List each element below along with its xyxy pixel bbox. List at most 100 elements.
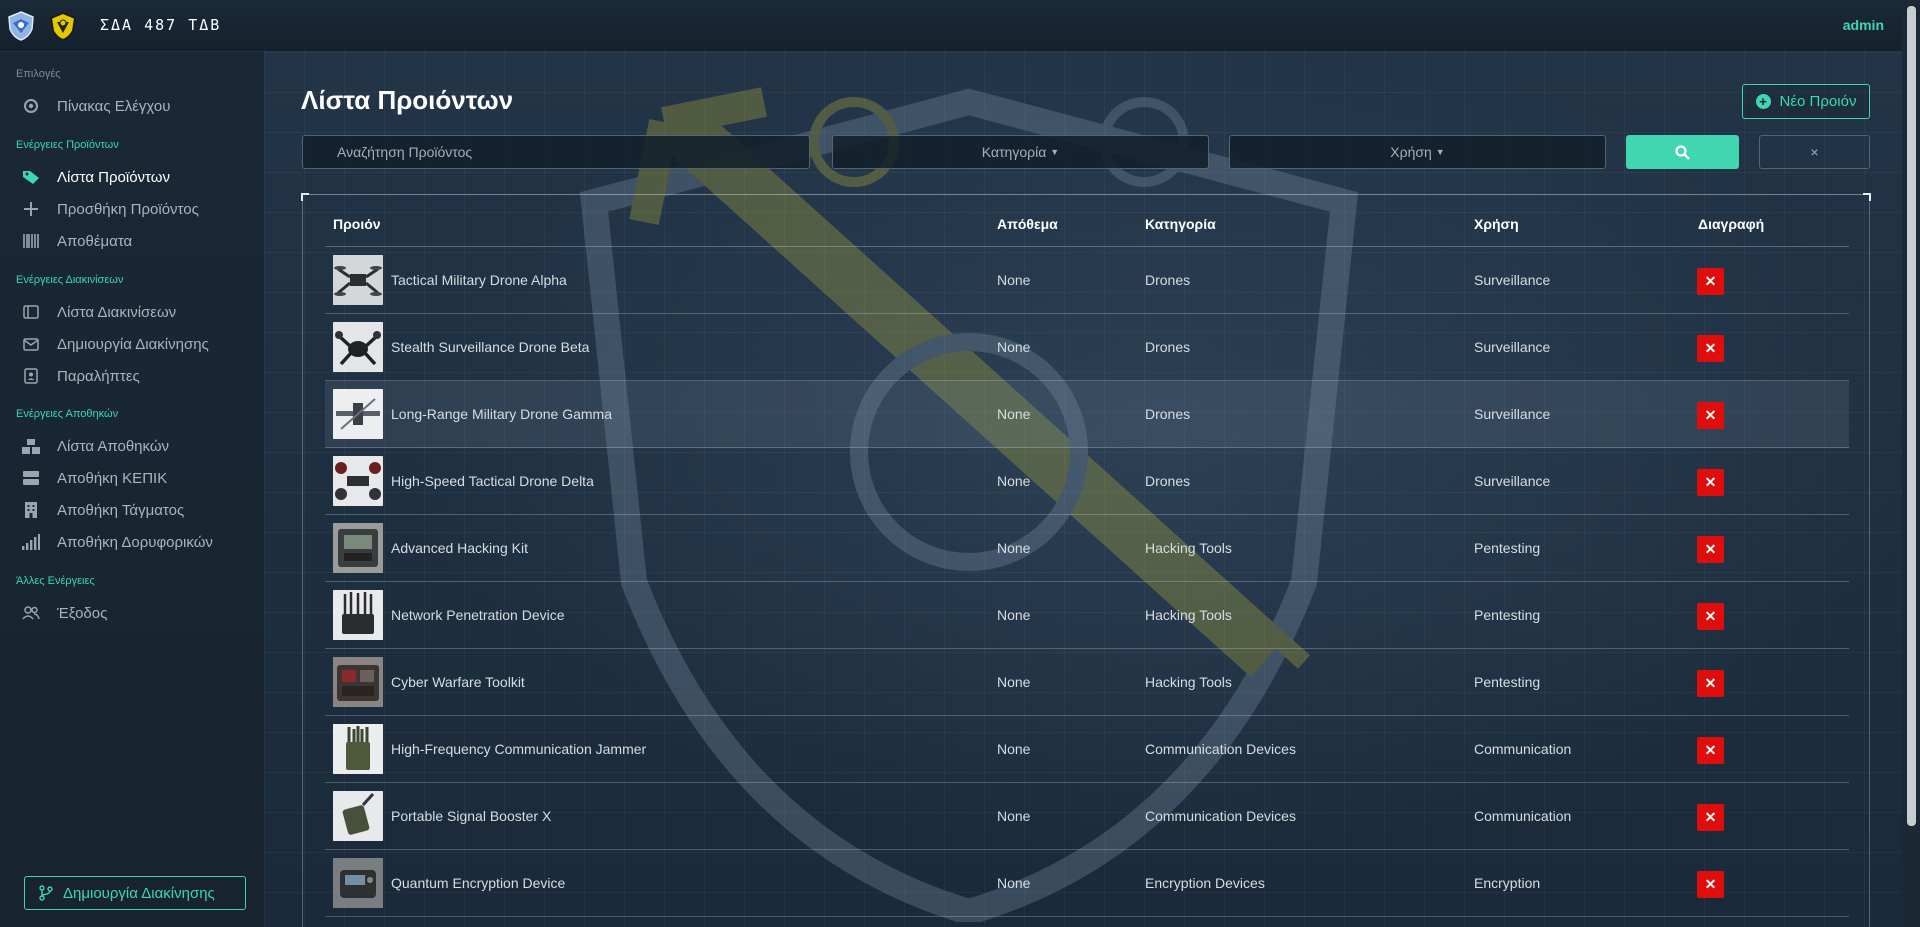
column-header-product[interactable]: Προιόν: [333, 216, 381, 232]
usage-select[interactable]: Χρήση ▼: [1229, 135, 1606, 169]
product-name[interactable]: Network Penetration Device: [391, 607, 565, 623]
table-row[interactable]: High-Speed Tactical Drone Delta None Dro…: [325, 448, 1849, 515]
sidebar-item-stock[interactable]: Αποθέματα: [20, 229, 132, 253]
product-name[interactable]: Tactical Military Drone Alpha: [391, 272, 567, 288]
corner-bracket: [301, 193, 309, 201]
table-row[interactable]: Cyber Warfare Toolkit None Hacking Tools…: [325, 649, 1849, 716]
delete-button[interactable]: ✕: [1697, 871, 1724, 898]
product-usage: Communication: [1474, 808, 1572, 824]
sidebar-item-label: Δημιουργία Διακίνησης: [57, 335, 209, 353]
delete-button[interactable]: ✕: [1697, 804, 1724, 831]
delete-button[interactable]: ✕: [1697, 536, 1724, 563]
product-stock: None: [997, 272, 1031, 288]
delete-button[interactable]: ✕: [1697, 737, 1724, 764]
products-table: Προιόν Απόθεμα Κατηγορία Χρήση Διαγραφή …: [301, 193, 1871, 927]
sidebar-section-warehouses: Ενέργειες Αποθηκών: [16, 408, 119, 420]
scrollbar-thumb[interactable]: [1907, 6, 1916, 826]
sidebar-item-product-list[interactable]: Λίστα Προϊόντων: [20, 165, 170, 189]
caret-down-icon: ▼: [1435, 147, 1445, 157]
tag-icon: [20, 168, 42, 186]
sidebar-item-dashboard[interactable]: Πίνακας Ελέγχου: [20, 94, 170, 118]
product-stock: None: [997, 808, 1031, 824]
product-name[interactable]: Cyber Warfare Toolkit: [391, 674, 525, 690]
caret-down-icon: ▼: [1050, 147, 1060, 157]
sidebar-item-recipients[interactable]: Παραλήπτες: [20, 364, 140, 388]
column-header-category[interactable]: Κατηγορία: [1145, 216, 1216, 232]
delete-button[interactable]: ✕: [1697, 469, 1724, 496]
product-category: Hacking Tools: [1145, 540, 1232, 556]
delete-button[interactable]: ✕: [1697, 670, 1724, 697]
product-usage: Pentesting: [1474, 607, 1541, 623]
product-thumbnail: [333, 724, 383, 774]
product-name[interactable]: High-Speed Tactical Drone Delta: [391, 473, 594, 489]
airforce-badge-icon[interactable]: [7, 11, 35, 41]
table-row[interactable]: Long-Range Military Drone Gamma None Dro…: [325, 381, 1849, 448]
sidebar-item-label: Λίστα Αποθηκών: [57, 437, 170, 455]
sidebar-item-label: Προσθήκη Προϊόντος: [57, 200, 199, 218]
corner-bracket: [1863, 193, 1871, 201]
table-row[interactable]: High-Frequency Communication Jammer None…: [325, 716, 1849, 783]
table-row[interactable]: Stealth Surveillance Drone Beta None Dro…: [325, 314, 1849, 381]
product-name[interactable]: Stealth Surveillance Drone Beta: [391, 339, 589, 355]
barcode-icon: [20, 232, 42, 250]
sidebar-item-label: Λίστα Προϊόντων: [57, 168, 170, 186]
product-usage: Surveillance: [1474, 272, 1551, 288]
envelope-icon: [20, 335, 42, 353]
column-header-usage[interactable]: Χρήση: [1474, 216, 1519, 232]
gear-icon: [20, 97, 42, 115]
app-brand: ΣΔΑ 487 ΤΔΒ: [100, 16, 222, 34]
branch-icon: [39, 885, 53, 901]
product-name[interactable]: Advanced Hacking Kit: [391, 540, 528, 556]
search-icon: [1675, 144, 1690, 160]
product-name[interactable]: Long-Range Military Drone Gamma: [391, 406, 612, 422]
product-name[interactable]: Portable Signal Booster X: [391, 808, 551, 824]
delete-button[interactable]: ✕: [1697, 335, 1724, 362]
sidebar-panel-icon: [20, 303, 42, 321]
sidebar-item-warehouse-kepik[interactable]: Αποθήκη ΚΕΠΙΚ: [20, 466, 167, 490]
product-usage: Encryption: [1474, 875, 1541, 891]
sidebar-item-shipment-list[interactable]: Λίστα Διακινίσεων: [20, 300, 176, 324]
sidebar-section-options: Επιλογές: [16, 68, 61, 80]
product-name[interactable]: Quantum Encryption Device: [391, 875, 565, 891]
sidebar-item-label: Αποθήκη Τάγματος: [57, 501, 185, 519]
product-name[interactable]: High-Frequency Communication Jammer: [391, 741, 646, 757]
clear-filters-button[interactable]: ×: [1759, 135, 1870, 169]
product-category: Drones: [1145, 406, 1191, 422]
close-icon: ×: [1810, 144, 1819, 160]
column-header-stock[interactable]: Απόθεμα: [997, 216, 1058, 232]
table-row[interactable]: Network Penetration Device None Hacking …: [325, 582, 1849, 649]
battalion-emblem-icon[interactable]: [49, 11, 77, 41]
product-stock: None: [997, 406, 1031, 422]
product-stock: None: [997, 875, 1031, 891]
sidebar-item-label: Αποθέματα: [57, 232, 133, 250]
sidebar-item-logout[interactable]: Έξοδος: [20, 601, 107, 625]
plus-icon: [20, 200, 42, 218]
category-select[interactable]: Κατηγορία ▼: [832, 135, 1209, 169]
delete-button[interactable]: ✕: [1697, 268, 1724, 295]
create-shipment-label: Δημιουργία Διακίνησης: [63, 884, 215, 902]
sidebar-item-add-product[interactable]: Προσθήκη Προϊόντος: [20, 197, 199, 221]
table-row[interactable]: Advanced Hacking Kit None Hacking Tools …: [325, 515, 1849, 582]
sidebar-item-warehouse-battalion[interactable]: Αποθήκη Τάγματος: [20, 498, 184, 522]
page-scrollbar[interactable]: [1902, 0, 1920, 927]
search-button[interactable]: [1626, 135, 1739, 169]
product-stock: None: [997, 540, 1031, 556]
sidebar-section-other: Άλλες Ενέργειες: [16, 575, 95, 587]
product-stock: None: [997, 473, 1031, 489]
sidebar-item-create-shipment[interactable]: Δημιουργία Διακίνησης: [20, 332, 209, 356]
new-product-button[interactable]: + Νέο Προιόν: [1742, 84, 1870, 119]
table-row[interactable]: Portable Signal Booster X None Communica…: [325, 783, 1849, 850]
product-search-input[interactable]: Αναζήτηση Προϊόντος: [302, 135, 810, 169]
create-shipment-button[interactable]: Δημιουργία Διακίνησης: [24, 876, 246, 910]
delete-button[interactable]: ✕: [1697, 402, 1724, 429]
table-row[interactable]: Tactical Military Drone Alpha None Drone…: [325, 247, 1849, 314]
sidebar-item-warehouse-list[interactable]: Λίστα Αποθηκών: [20, 434, 169, 458]
contact-card-icon: [20, 367, 42, 385]
sidebar-section-shipments: Ενέργειες Διακινίσεων: [16, 274, 124, 286]
sidebar-item-warehouse-satellite[interactable]: Αποθήκη Δορυφορικών: [20, 530, 213, 554]
search-placeholder: Αναζήτηση Προϊόντος: [337, 144, 473, 160]
product-usage: Surveillance: [1474, 473, 1551, 489]
user-menu[interactable]: admin: [1843, 17, 1884, 33]
delete-button[interactable]: ✕: [1697, 603, 1724, 630]
table-row[interactable]: Quantum Encryption Device None Encryptio…: [325, 850, 1849, 917]
